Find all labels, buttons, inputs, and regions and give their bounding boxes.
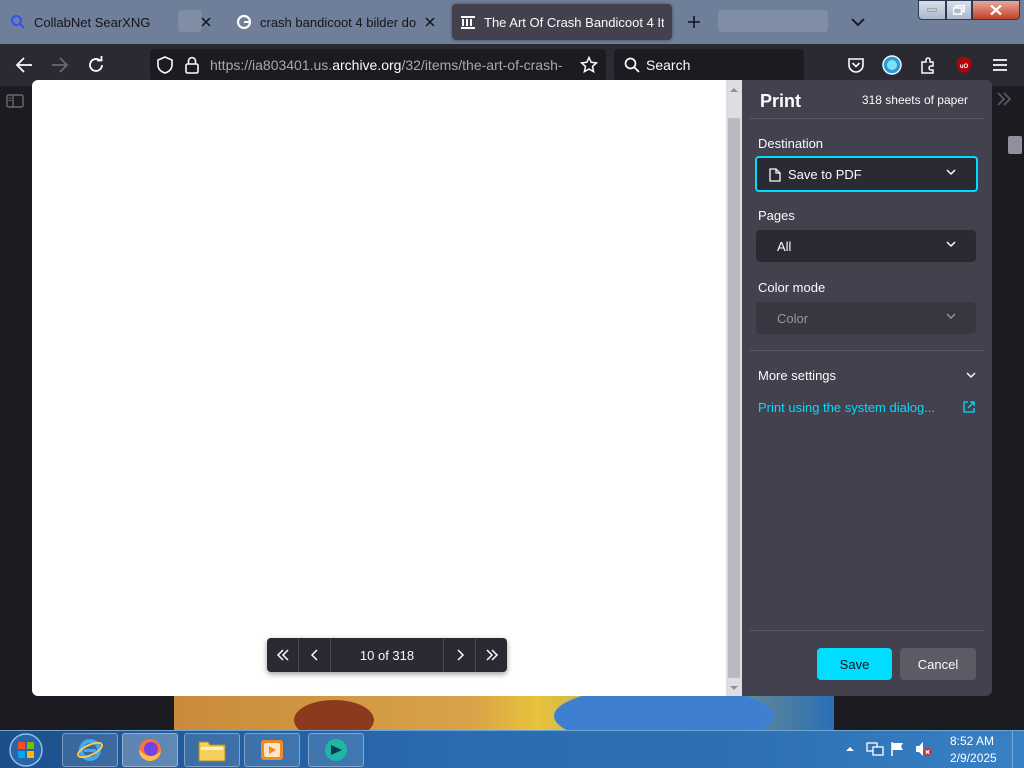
blurred-tab-fragment <box>718 10 828 32</box>
color-mode-value: Color <box>777 310 809 326</box>
tab-strip: CollabNet SearXNG crash bandicoot 4 bild… <box>0 0 1024 44</box>
color-mode-label: Color mode <box>758 280 826 295</box>
tab-art-of-crash-bandicoot[interactable]: The Art Of Crash Bandicoot 4 It <box>452 4 672 40</box>
clock-date[interactable]: 2/9/2025 <box>950 751 997 765</box>
internet-explorer-icon[interactable] <box>62 733 118 767</box>
media-player-icon[interactable] <box>244 733 300 767</box>
document-icon <box>769 168 781 182</box>
destination-value: Save to PDF <box>788 166 862 182</box>
preview-pagination: 10 of 318 <box>267 638 507 672</box>
scroll-down-arrow-icon[interactable] <box>726 682 742 694</box>
messenger-app-icon[interactable] <box>308 733 364 767</box>
bookmark-star-icon[interactable] <box>580 56 598 74</box>
cancel-button[interactable]: Cancel <box>900 648 976 680</box>
account-avatar-icon[interactable] <box>880 53 904 77</box>
tab-title: The Art Of Crash Bandicoot 4 It <box>484 14 664 30</box>
page-scrollbar[interactable] <box>1006 116 1024 730</box>
url-bar[interactable]: https://ia803401.us.archive.org/32/items… <box>150 49 606 81</box>
clock-time[interactable]: 8:52 AM <box>950 734 994 748</box>
next-page-button[interactable] <box>443 638 475 672</box>
page-scrollbar-thumb[interactable] <box>1008 136 1022 154</box>
chevron-down-icon <box>946 240 956 248</box>
last-page-button[interactable] <box>475 638 507 672</box>
show-hidden-icons-icon[interactable] <box>845 745 855 753</box>
divider <box>750 350 984 351</box>
background-cover-art <box>174 696 834 730</box>
action-center-flag-icon[interactable] <box>890 741 906 757</box>
chevron-down-icon <box>946 312 956 320</box>
back-button[interactable] <box>12 53 36 77</box>
search-icon <box>624 57 640 73</box>
chevron-down-icon <box>966 371 976 379</box>
system-dialog-link[interactable]: Print using the system dialog... <box>758 400 935 415</box>
archive-icon <box>460 14 476 30</box>
save-button[interactable]: Save <box>817 648 892 680</box>
ublock-origin-icon[interactable]: uO <box>952 53 976 77</box>
start-button[interactable] <box>4 732 48 768</box>
external-link-icon[interactable] <box>963 401 975 413</box>
more-settings-toggle[interactable]: More settings <box>758 368 980 383</box>
restore-window-button[interactable] <box>946 0 972 20</box>
pages-label: Pages <box>758 208 795 223</box>
first-page-button[interactable] <box>267 638 299 672</box>
network-icon[interactable] <box>866 741 884 757</box>
print-preview-page <box>32 80 726 696</box>
url-path: /32/items/the-art-of-crash- <box>401 57 563 73</box>
print-settings-panel: Print 318 sheets of paper Destination Sa… <box>742 80 992 696</box>
search-icon <box>10 14 26 30</box>
close-icon[interactable] <box>422 14 438 30</box>
tab-title: crash bandicoot 4 bilder downl <box>260 14 416 30</box>
windows-taskbar: 8:52 AM 2/9/2025 <box>0 730 1024 768</box>
reload-button[interactable] <box>84 53 108 77</box>
lock-icon[interactable] <box>184 56 200 74</box>
svg-text:uO: uO <box>960 64 969 70</box>
firefox-icon[interactable] <box>122 733 178 767</box>
hamburger-menu-icon[interactable] <box>988 53 1012 77</box>
tab-crash-bandicoot-bilder[interactable]: crash bandicoot 4 bilder downl <box>228 4 446 40</box>
minimize-window-button[interactable] <box>918 0 946 20</box>
destination-label: Destination <box>758 136 824 151</box>
list-all-tabs-button[interactable] <box>848 12 868 32</box>
google-icon <box>236 14 252 30</box>
art-blob <box>294 700 374 730</box>
shield-icon[interactable] <box>156 56 174 74</box>
close-window-button[interactable] <box>972 0 1020 20</box>
file-explorer-icon[interactable] <box>184 733 240 767</box>
volume-muted-icon[interactable] <box>914 741 932 757</box>
forward-button[interactable] <box>48 53 72 77</box>
preview-scrollbar-thumb[interactable] <box>728 118 740 678</box>
art-blob <box>554 696 774 730</box>
url-domain: archive.org <box>332 57 402 73</box>
print-title: Print <box>760 91 802 111</box>
destination-select[interactable]: Save to PDF <box>755 156 978 192</box>
sidebar-toggle-icon[interactable] <box>6 94 26 110</box>
search-bar[interactable]: Search <box>614 49 804 81</box>
url-text: https://ia803401.us.archive.org/32/items… <box>210 57 570 73</box>
blurred-tab-fragment <box>178 10 202 32</box>
pages-value: All <box>777 238 792 254</box>
pocket-icon[interactable] <box>844 53 868 77</box>
scroll-up-arrow-icon[interactable] <box>726 84 742 96</box>
divider <box>750 118 984 119</box>
url-prefix: https://ia803401.us. <box>210 57 333 73</box>
show-desktop-button[interactable] <box>1012 731 1024 768</box>
extensions-puzzle-icon[interactable] <box>916 53 940 77</box>
divider <box>750 630 984 631</box>
more-settings-label: More settings <box>758 368 837 383</box>
color-mode-select: Color <box>756 302 976 334</box>
double-chevron-right-icon[interactable] <box>996 92 1020 112</box>
pages-select[interactable]: All <box>756 230 976 262</box>
new-tab-button[interactable] <box>684 12 704 32</box>
sheet-count: 318 sheets of paper <box>861 93 968 107</box>
previous-page-button[interactable] <box>299 638 331 672</box>
search-placeholder: Search <box>646 57 691 73</box>
tab-title: CollabNet SearXNG <box>34 14 151 30</box>
page-indicator: 10 of 318 <box>359 647 415 663</box>
chevron-down-icon <box>946 168 956 176</box>
